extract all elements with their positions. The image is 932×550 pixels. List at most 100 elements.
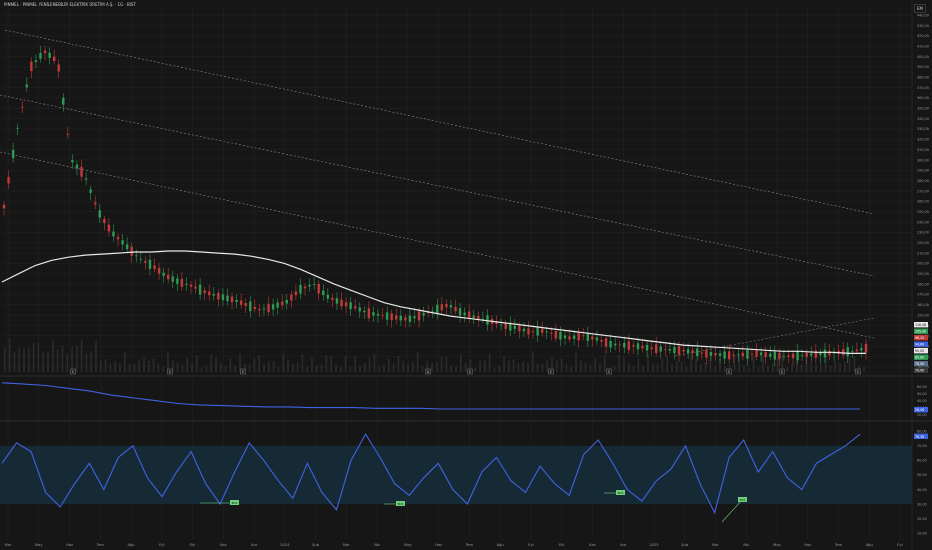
candle-body xyxy=(148,259,152,269)
volume-bar xyxy=(800,363,803,372)
rsi-value-label: 76,36 xyxy=(915,435,924,439)
candle-body xyxy=(34,60,38,63)
volume-bar xyxy=(431,362,433,372)
candle-body xyxy=(458,308,462,316)
volume-bar xyxy=(460,353,462,372)
volume-bar xyxy=(56,348,59,372)
candle-body xyxy=(258,309,261,311)
candle-body xyxy=(372,312,375,316)
scale-mode-button[interactable]: EM xyxy=(914,4,926,13)
candle-body xyxy=(623,342,626,348)
volume-bar xyxy=(748,367,750,372)
candle-body xyxy=(860,348,863,351)
price-axis-tick: 200,00 xyxy=(917,262,929,266)
volume-bar xyxy=(637,359,640,372)
candle-body xyxy=(57,64,60,72)
volume-bar xyxy=(632,365,635,372)
volume-bar xyxy=(124,352,126,372)
candle-body xyxy=(112,231,115,237)
volume-bar xyxy=(301,354,304,372)
volume-bar xyxy=(512,359,515,372)
time-axis-tick: Nis xyxy=(743,543,749,547)
rsi-axis-tick: 60,00 xyxy=(917,459,927,463)
volume-bar xyxy=(340,367,342,372)
volume-bar xyxy=(652,363,654,372)
time-axis-tick: Şub xyxy=(312,543,320,547)
rsi-axis-tick: 80,00 xyxy=(917,430,927,434)
volume-bar xyxy=(176,362,179,372)
candle-body xyxy=(445,303,448,308)
candle-body xyxy=(855,349,859,352)
volume-bar xyxy=(253,358,256,372)
candle-body xyxy=(600,339,603,342)
price-axis-label: 105,90 xyxy=(915,330,926,334)
candle-body xyxy=(682,349,685,352)
volume-bar xyxy=(80,339,83,372)
candle-body xyxy=(709,352,713,356)
volume-bar xyxy=(623,357,625,372)
rsi-axis-tick: 50,00 xyxy=(917,473,927,477)
price-axis-tick: 180,00 xyxy=(917,282,929,286)
price-axis-tick: 330,00 xyxy=(917,127,929,131)
time-axis-tick: Eyl xyxy=(897,543,902,547)
volume-bar xyxy=(536,364,539,372)
time-axis-tick: Eki xyxy=(190,543,195,547)
price-axis-tick: 420,00 xyxy=(917,34,929,38)
volume-bar xyxy=(349,366,352,372)
price-axis-label: 98,20 xyxy=(915,336,924,340)
candle-body xyxy=(130,246,133,256)
candle-body xyxy=(358,307,361,312)
candle-body xyxy=(627,341,631,350)
volume-bar xyxy=(292,363,294,372)
candle-body xyxy=(285,299,288,304)
event-marker-label: E xyxy=(608,370,610,374)
candle-body xyxy=(417,311,421,321)
time-axis-tick: Ağu xyxy=(497,543,504,547)
volume-bar xyxy=(613,366,616,372)
candle-body xyxy=(522,328,526,332)
price-axis-tick: 300,00 xyxy=(917,158,929,162)
candle-body xyxy=(659,346,662,352)
candle-body xyxy=(864,343,868,353)
candle-body xyxy=(582,335,585,337)
candle-body xyxy=(778,352,781,360)
volume-bar xyxy=(210,354,212,372)
candle-body xyxy=(732,354,735,356)
volume-bar xyxy=(335,364,337,372)
volume-bar xyxy=(143,358,145,372)
volume-bar xyxy=(119,363,121,372)
candle-body xyxy=(618,344,621,346)
candle-body xyxy=(714,353,717,356)
candle-body xyxy=(436,304,439,314)
volume-bar xyxy=(215,357,217,372)
candle-body xyxy=(116,236,120,240)
candle-body xyxy=(43,50,47,54)
volume-bar xyxy=(618,354,620,372)
volume-bar xyxy=(229,358,232,372)
candle-body xyxy=(340,299,343,307)
chart-canvas[interactable]: 440,00 430,00 420,00 410,00 400,00 390,00 380,… xyxy=(0,0,932,550)
signal-label: BOS xyxy=(618,491,624,495)
candle-body xyxy=(317,283,320,294)
candle-body xyxy=(591,336,594,340)
volume-bar xyxy=(181,364,184,372)
candle-body xyxy=(499,324,503,326)
volume-bar xyxy=(508,360,510,372)
candle-body xyxy=(782,356,786,358)
volume-bar xyxy=(61,345,64,372)
signal-label: BOS xyxy=(398,502,404,506)
candle-body xyxy=(773,351,776,360)
candle-body xyxy=(554,330,558,339)
candle-body xyxy=(25,84,29,88)
volume-bar xyxy=(484,359,486,372)
candle-body xyxy=(135,255,138,257)
candle-body xyxy=(741,352,745,357)
volume-bar xyxy=(109,363,112,372)
candle-body xyxy=(157,267,161,274)
volume-bar xyxy=(23,348,25,372)
time-axis-tick: Kas xyxy=(589,543,595,547)
candle-body xyxy=(244,303,247,306)
candle-body xyxy=(253,306,257,310)
volume-bar xyxy=(402,360,404,372)
volume-bar xyxy=(47,352,49,372)
